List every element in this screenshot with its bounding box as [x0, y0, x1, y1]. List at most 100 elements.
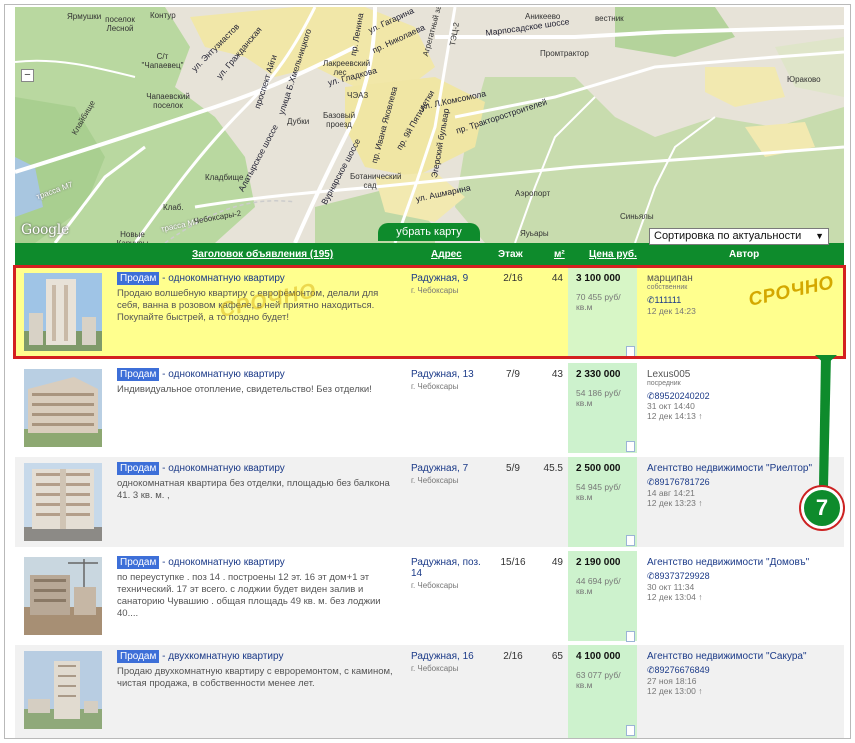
listing-price-per-m: 54 945 руб/кв.м — [576, 482, 621, 502]
listing-phone[interactable]: ✆89373729928 — [647, 571, 710, 582]
map-label: ЧЭАЗ — [347, 91, 369, 100]
listing-author[interactable]: марципан — [647, 273, 693, 284]
map-label: Контур — [150, 11, 176, 20]
listing-table-header: Заголовок объявления (195) Адрес Этаж м²… — [15, 243, 844, 266]
sort-select[interactable]: Сортировка по актуальности ▼ — [649, 228, 829, 245]
listing-area: 43 — [551, 369, 563, 380]
listing-price-per-m: 54 186 руб/кв.м — [576, 388, 621, 408]
document-icon[interactable] — [626, 441, 635, 452]
listing-price: 2 330 000 — [576, 369, 621, 380]
listing-area: 44 — [551, 273, 563, 284]
document-icon[interactable] — [626, 631, 635, 642]
listing-phone-number: 89373729928 — [654, 571, 710, 581]
listing-author[interactable]: Агентство недвижимости "Риелтор" — [647, 463, 812, 474]
listing-tag[interactable]: Продам — [117, 556, 160, 569]
listing-area: 49 — [551, 557, 563, 568]
map-zoom-out-button[interactable]: − — [21, 69, 34, 82]
map-label: Синьялы — [620, 212, 654, 221]
listing-row[interactable]: Продам - однокомнатную квартиру Продаю в… — [15, 267, 844, 357]
listing-title[interactable]: Продам - двухкомнатную квартиру — [117, 650, 283, 663]
listing-street[interactable]: Радужная, 7 — [411, 463, 468, 474]
listing-description: однокомнатная квартира без отделки, площ… — [117, 478, 390, 501]
listing-author[interactable]: Агентство недвижимости "Домовъ" — [647, 557, 809, 568]
map-label: Базовый проезд — [322, 111, 356, 129]
listing-address: Радужная, 7 г. Чебоксары — [411, 463, 491, 486]
listing-row[interactable]: Продам - однокомнатную квартиру по переу… — [15, 551, 844, 642]
listing-street[interactable]: Радужная, 13 — [411, 369, 474, 380]
listing-title[interactable]: Продам - однокомнатную квартиру — [117, 556, 285, 569]
phone-icon: ✆ — [647, 477, 655, 487]
listing-address: Радужная, 9 г. Чебоксары — [411, 273, 491, 296]
listing-price: 2 500 000 — [576, 463, 621, 474]
listing-price: 2 190 000 — [576, 557, 621, 568]
listing-photo[interactable] — [24, 557, 102, 635]
listing-date-updated: 12 дек 13:23 ↑ — [647, 498, 703, 508]
map-label: Дубки — [287, 117, 310, 126]
document-icon[interactable] — [626, 346, 635, 357]
listing-title-text[interactable]: - двухкомнатную квартиру — [159, 651, 283, 662]
listing-title-text[interactable]: - однокомнатную квартиру — [159, 557, 285, 568]
listing-phone[interactable]: ✆89276676849 — [647, 665, 710, 676]
listing-floor: 15/16 — [500, 557, 526, 568]
header-area-sort[interactable]: м² — [554, 249, 565, 260]
hide-map-button[interactable]: убрать карту — [378, 223, 480, 241]
map-label: Аникеево — [525, 12, 561, 21]
listing-title[interactable]: Продам - однокомнатную квартиру — [117, 462, 285, 475]
listing-date-updated: 12 дек 13:04 ↑ — [647, 592, 703, 602]
listing-date: 12 дек 14:23 — [647, 306, 696, 316]
listing-address: Радужная, 16 г. Чебоксары — [411, 651, 491, 674]
listing-floor: 5/9 — [506, 463, 520, 474]
listing-title-text[interactable]: - однокомнатную квартиру — [159, 369, 285, 380]
listing-title[interactable]: Продам - однокомнатную квартиру — [117, 368, 285, 381]
listing-photo[interactable] — [24, 273, 102, 351]
listing-title-text[interactable]: - однокомнатную квартиру — [159, 273, 285, 284]
listing-photo[interactable] — [24, 651, 102, 729]
listing-date: 31 окт 14:40 — [647, 401, 695, 411]
listing-price: 4 100 000 — [576, 651, 621, 662]
listing-city: г. Чебоксары — [411, 286, 459, 295]
listing-date-updated: 12 дек 14:13 ↑ — [647, 411, 703, 421]
listing-tag[interactable]: Продам — [117, 650, 160, 663]
listing-street[interactable]: Радужная, 9 — [411, 273, 468, 284]
listing-city: г. Чебоксары — [411, 664, 459, 673]
map-label: Кладбище — [205, 173, 244, 182]
listing-title-text[interactable]: - однокомнатную квартиру — [159, 463, 285, 474]
listing-date: 30 окт 11:34 — [647, 582, 695, 592]
listing-author-role: посредник — [647, 380, 681, 387]
listing-date: 27 ноя 18:16 — [647, 676, 697, 686]
listing-phone-number: 89520240202 — [654, 391, 710, 401]
listing-author[interactable]: Агентство недвижимости "Сакура" — [647, 651, 807, 662]
listing-photo[interactable] — [24, 463, 102, 541]
listing-street[interactable]: Радужная, поз. 14 — [411, 557, 481, 579]
listing-price-per-m: 44 694 руб/кв.м — [576, 576, 621, 596]
map-label: Ярмушки — [67, 12, 102, 21]
listing-row[interactable]: Продам - однокомнатную квартиру однокомн… — [15, 457, 844, 547]
phone-icon: ✆ — [647, 391, 655, 401]
header-price-sort[interactable]: Цена руб. — [589, 249, 637, 260]
document-icon[interactable] — [626, 725, 635, 736]
listing-row[interactable]: Продам - однокомнатную квартиру Индивиду… — [15, 363, 844, 453]
listing-street[interactable]: Радужная, 16 — [411, 651, 474, 662]
listing-tag[interactable]: Продам — [117, 462, 160, 475]
listing-tag[interactable]: Продам — [117, 368, 160, 381]
callout-pointer — [815, 355, 837, 487]
listing-row[interactable]: Продам - двухкомнатную квартиру Продаю д… — [15, 645, 844, 738]
listing-tag[interactable]: Продам — [117, 272, 160, 285]
listing-phone[interactable]: ✆89176781726 — [647, 477, 710, 488]
listing-floor: 2/16 — [503, 273, 523, 284]
listing-area: 65 — [551, 651, 563, 662]
header-title-sort[interactable]: Заголовок объявления (195) — [192, 249, 333, 260]
listing-area: 45.5 — [543, 463, 563, 474]
listing-title[interactable]: Продам - однокомнатную квартиру — [117, 272, 285, 285]
listing-price-per-m: 70 455 руб/кв.м — [576, 292, 621, 312]
phone-icon: ✆ — [647, 571, 655, 581]
map-panel[interactable]: Ярмушки поселок Лесной Контур С/т "Чапае… — [15, 7, 844, 243]
document-icon[interactable] — [626, 535, 635, 546]
map-label: Яуьары — [520, 229, 549, 238]
listing-author[interactable]: Lexus005 — [647, 369, 690, 380]
map-label: Аэропорт — [515, 189, 551, 198]
map-label: Промтрактор — [540, 49, 589, 58]
listing-phone[interactable]: ✆111111 — [647, 295, 681, 306]
header-address-sort[interactable]: Адрес — [431, 249, 462, 260]
listing-photo[interactable] — [24, 369, 102, 447]
